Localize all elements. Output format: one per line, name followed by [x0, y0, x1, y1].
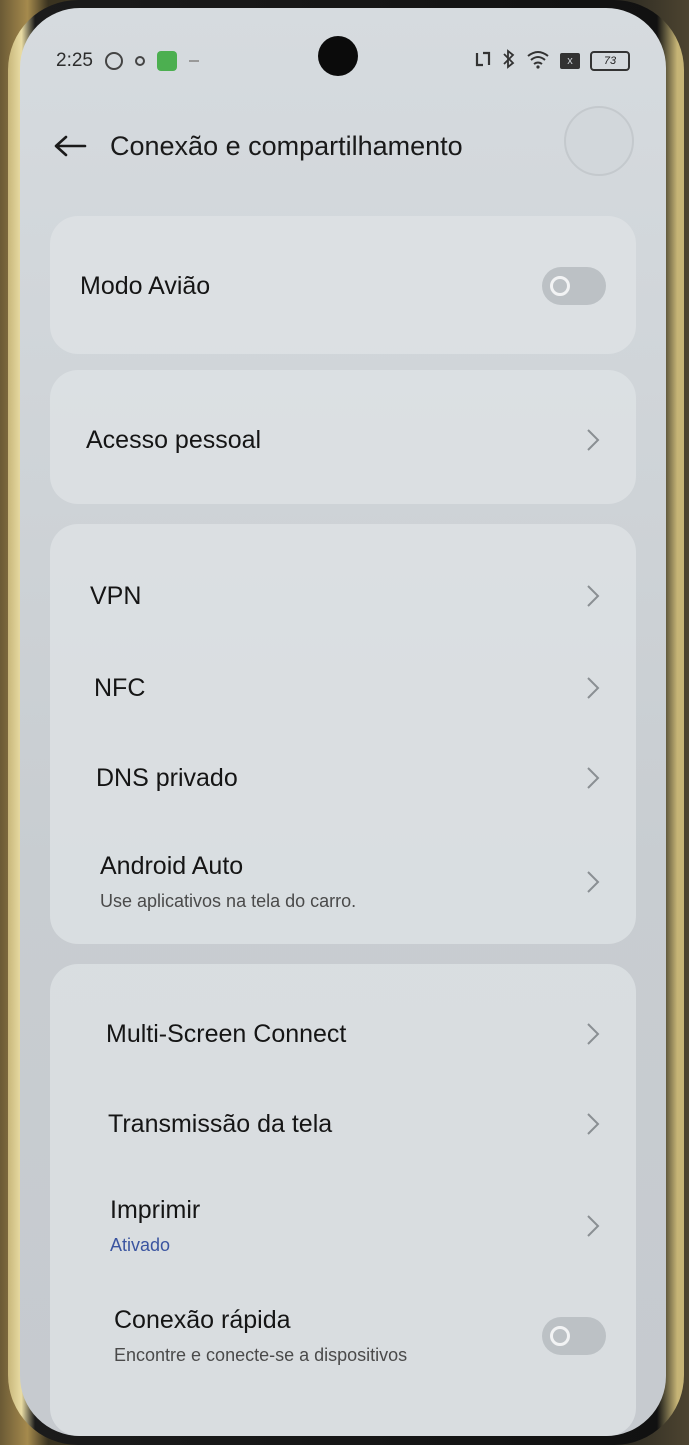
card-network: VPN NFC DNS privado Android Auto Use apl…	[50, 524, 636, 944]
row-label: VPN	[90, 581, 142, 610]
chevron-right-icon	[580, 869, 606, 895]
sim-icon: x	[560, 53, 580, 69]
row-print[interactable]: Imprimir Ativado	[50, 1186, 636, 1266]
row-vpn[interactable]: VPN	[50, 572, 636, 620]
battery-level: 73	[603, 55, 617, 67]
row-nfc[interactable]: NFC	[50, 664, 636, 712]
row-label: Modo Avião	[80, 271, 211, 300]
row-private-dns[interactable]: DNS privado	[50, 754, 636, 802]
row-texts: Conexão rápida Encontre e conecte-se a d…	[114, 1306, 407, 1366]
row-android-auto[interactable]: Android Auto Use aplicativos na tela do …	[50, 842, 636, 922]
nfc-icon	[474, 50, 492, 73]
phone-screen: 2:25 x 73 Conexão e compartilhamento Mod…	[20, 8, 666, 1436]
row-label: Multi-Screen Connect	[106, 1019, 347, 1048]
chevron-right-icon	[580, 675, 606, 701]
back-arrow-icon[interactable]	[50, 126, 90, 166]
quick-connect-toggle[interactable]	[542, 1317, 606, 1355]
notification-dot-icon	[134, 56, 145, 66]
chevron-right-icon	[580, 1213, 606, 1239]
airplane-mode-toggle[interactable]	[542, 267, 606, 305]
card-devices: Multi-Screen Connect Transmissão da tela…	[50, 964, 636, 1436]
vpn-globe-icon	[104, 52, 123, 70]
wifi-icon	[526, 49, 550, 74]
bluetooth-icon	[502, 48, 516, 74]
front-camera	[318, 36, 358, 76]
card-airplane: Modo Avião	[50, 216, 636, 354]
row-multi-screen[interactable]: Multi-Screen Connect	[50, 1010, 636, 1058]
row-airplane-mode[interactable]: Modo Avião	[50, 262, 636, 310]
row-quick-connect[interactable]: Conexão rápida Encontre e conecte-se a d…	[50, 1296, 636, 1376]
chevron-right-icon	[580, 1021, 606, 1047]
battery-icon: 73	[590, 51, 630, 71]
toggle-knob	[550, 276, 570, 296]
row-personal-hotspot[interactable]: Acesso pessoal	[50, 416, 636, 464]
more-dash-icon	[188, 60, 199, 62]
status-time: 2:25	[56, 50, 93, 71]
row-subtitle: Use aplicativos na tela do carro.	[100, 891, 357, 911]
row-label: NFC	[94, 673, 146, 702]
status-icons-left	[104, 51, 199, 71]
page-title: Conexão e compartilhamento	[110, 130, 463, 161]
card-hotspot: Acesso pessoal	[50, 370, 636, 504]
chevron-right-icon	[580, 427, 606, 453]
row-label: Conexão rápida	[114, 1306, 291, 1334]
row-status: Ativado	[110, 1235, 171, 1255]
page-header: Conexão e compartilhamento	[50, 106, 636, 176]
row-texts: Imprimir Ativado	[110, 1196, 200, 1256]
app-green-icon	[156, 51, 177, 71]
toggle-knob	[550, 1326, 570, 1346]
row-label: Android Auto	[100, 852, 244, 880]
row-label: Transmissão da tela	[108, 1109, 333, 1138]
row-label: Imprimir	[110, 1196, 201, 1224]
row-subtitle: Encontre e conecte-se a dispositivos	[114, 1345, 408, 1365]
chevron-right-icon	[580, 765, 606, 791]
profile-circle[interactable]	[564, 106, 634, 176]
status-icons-right: x 73	[474, 46, 630, 76]
row-screen-cast[interactable]: Transmissão da tela	[50, 1100, 636, 1148]
row-label: Acesso pessoal	[86, 425, 262, 454]
row-texts: Android Auto Use aplicativos na tela do …	[100, 852, 356, 912]
chevron-right-icon	[580, 1111, 606, 1137]
row-label: DNS privado	[96, 763, 238, 792]
chevron-right-icon	[580, 583, 606, 609]
